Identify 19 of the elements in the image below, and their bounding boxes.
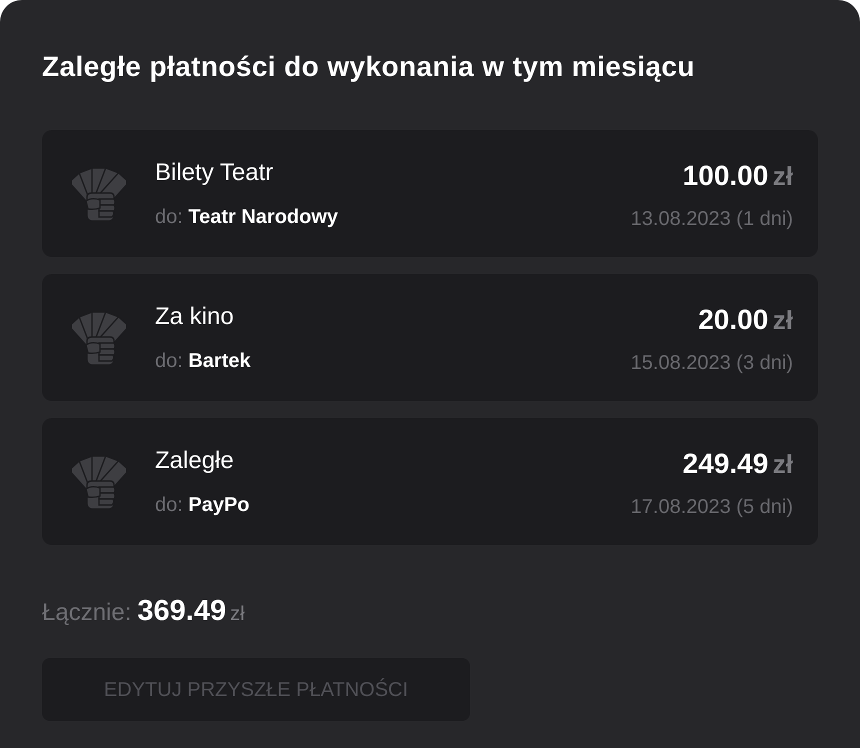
payment-name: Bilety Teatr xyxy=(155,158,274,188)
amount-value: 249.49 xyxy=(682,448,768,479)
due-date-text: 15.08.2023 (3 dni) xyxy=(630,351,793,376)
total-label: Łącznie: xyxy=(42,599,132,626)
payment-name: Zaległe xyxy=(155,446,235,476)
currency-text: zł xyxy=(230,603,245,625)
payment-name: Za kino xyxy=(155,302,235,332)
recipient-text: do: Teatr Narodowy xyxy=(155,204,340,230)
currency-text: zł xyxy=(772,449,793,479)
panel-title: Zaległe płatności do wykonania w tym miesiącu xyxy=(42,50,696,84)
amount-value: 100.00 xyxy=(682,160,768,191)
due-date-text: 13.08.2023 (1 dni) xyxy=(630,207,793,232)
currency-text: zł xyxy=(772,305,793,335)
currency-text: zł xyxy=(772,161,793,191)
due-date-text: 17.08.2023 (5 dni) xyxy=(630,495,793,520)
recipient-text: do: PayPo xyxy=(155,492,251,518)
amount-value: 20.00 xyxy=(698,304,768,335)
total-amount: 369.49 xyxy=(137,595,226,627)
recipient-text: do: Bartek xyxy=(155,348,252,374)
